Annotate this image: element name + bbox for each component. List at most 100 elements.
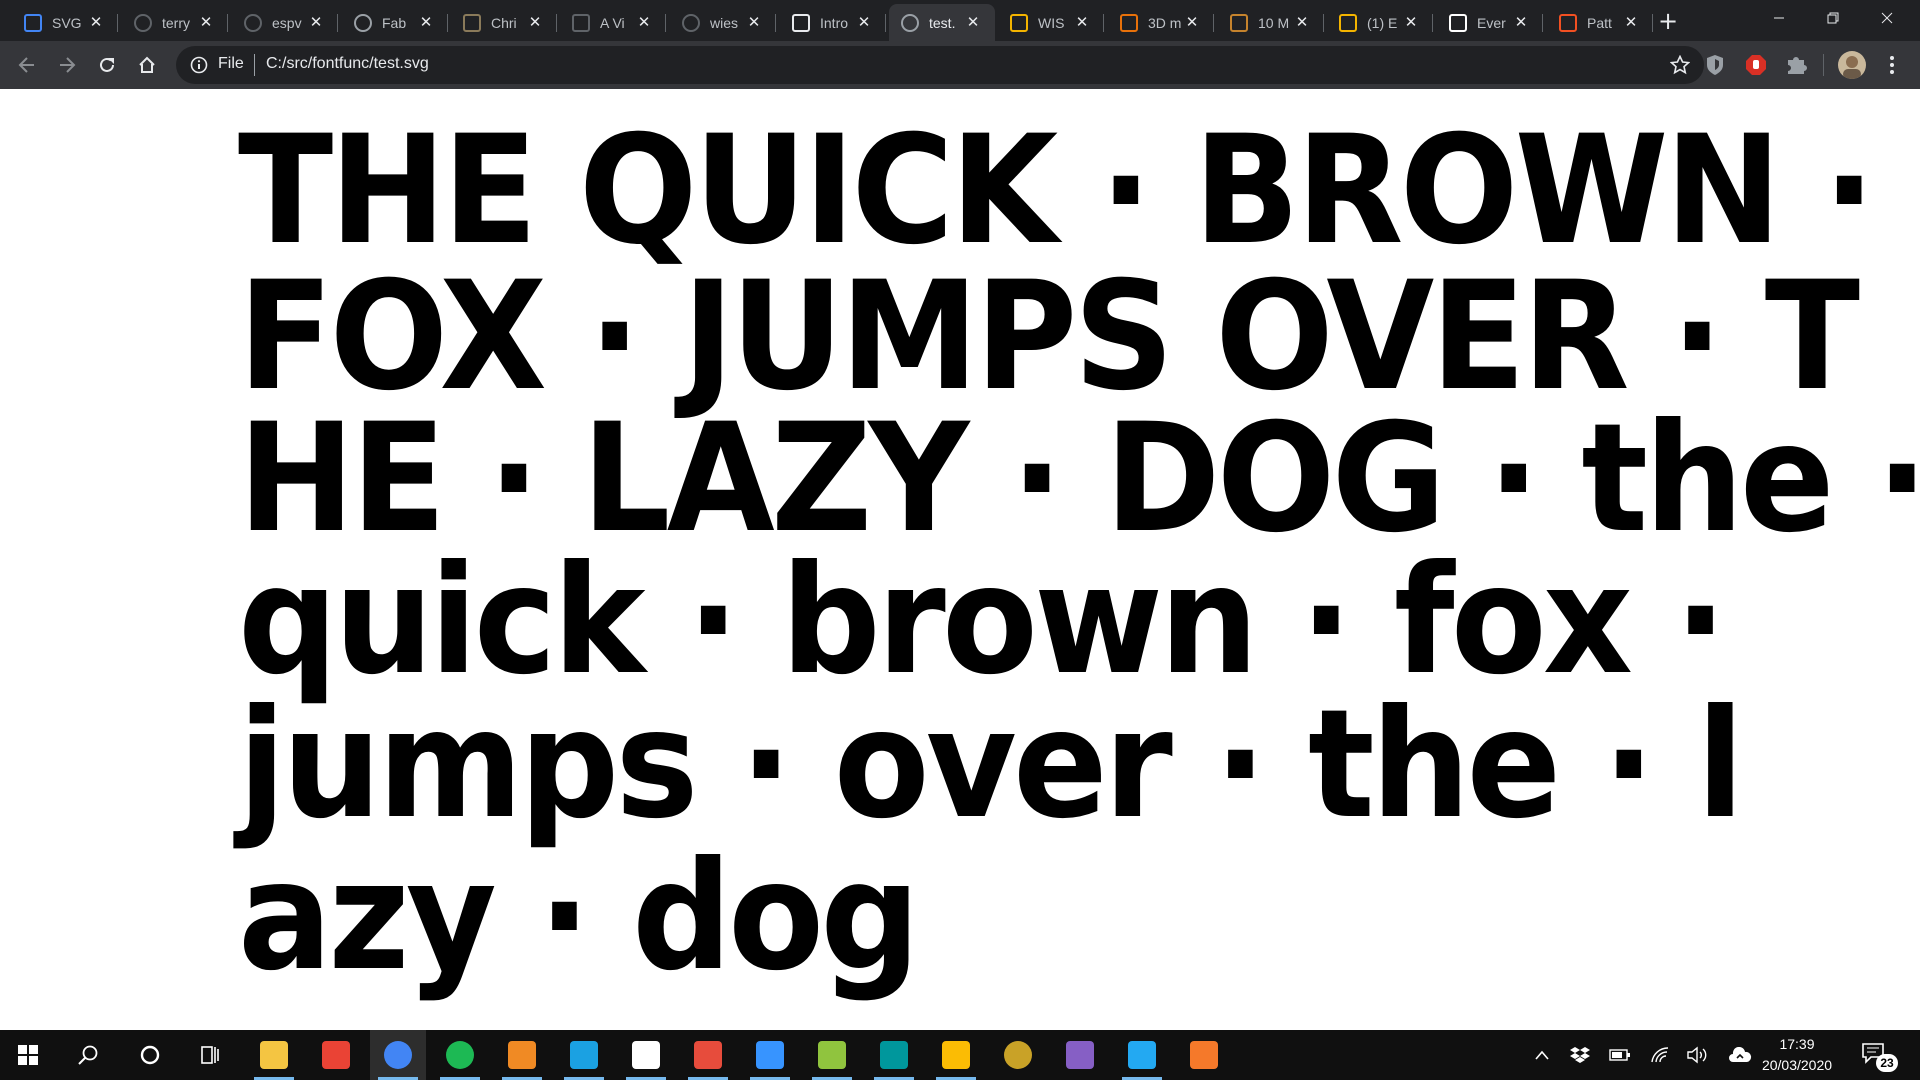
tab-13[interactable]: (1) E ✕ [1327,4,1433,41]
extension-stop[interactable] [1744,53,1768,77]
terminal-icon [756,1041,784,1069]
extension-puzzle[interactable] [1784,53,1808,77]
tab-close-icon[interactable]: ✕ [1621,13,1641,33]
reload-button[interactable] [90,48,124,82]
home-button[interactable] [130,48,164,82]
extension-shield[interactable] [1703,53,1727,77]
tab-5[interactable]: Chri ✕ [451,4,557,41]
address-bar[interactable]: File C:/src/fontfunc/test.svg [176,46,1704,84]
taskbar-app-vscode[interactable] [1114,1030,1170,1080]
back-button[interactable] [10,48,44,82]
url-divider [254,54,255,76]
search-button[interactable] [60,1030,116,1080]
cortana-button[interactable] [122,1030,178,1080]
taskbar-app-keep[interactable] [928,1030,984,1080]
tab-2[interactable]: terry ✕ [122,4,228,41]
taskbar-app-file-explorer[interactable] [246,1030,302,1080]
tab-separator [665,14,666,32]
wifi-tray-icon[interactable] [1648,1044,1672,1066]
forward-button[interactable] [50,48,84,82]
taskbar-app-notepad-plus-plus[interactable] [804,1030,860,1080]
taskbar-app-globe-app[interactable] [990,1030,1046,1080]
tab-8[interactable]: Intro ✕ [780,4,886,41]
tab-15[interactable]: Patt ✕ [1547,4,1653,41]
microsoft-favicon-icon [1559,13,1577,32]
tab-close-icon[interactable]: ✕ [1511,13,1531,33]
tab-title: WIS [1038,14,1065,31]
show-hidden-icons-button[interactable] [1530,1044,1554,1066]
minimize-button[interactable] [1756,0,1802,36]
taskbar-app-arduino[interactable] [866,1030,922,1080]
tab-close-icon[interactable]: ✕ [1292,13,1312,33]
taskbar-app-terminal[interactable] [742,1030,798,1080]
tab-close-icon[interactable]: ✕ [306,13,326,33]
battery-tray-icon[interactable] [1608,1044,1632,1066]
tab-close-icon[interactable]: ✕ [1072,13,1092,33]
browser-menu-button[interactable] [1880,53,1904,77]
tab-9[interactable]: test. ✕ [889,4,995,41]
tab-close-icon[interactable]: ✕ [744,13,764,33]
github-favicon-icon [682,13,700,32]
tab-close-icon[interactable]: ✕ [525,13,545,33]
tab-title: Patt [1587,14,1612,31]
taskbar-app-fontforge[interactable] [494,1030,550,1080]
tab-close-icon[interactable]: ✕ [963,13,983,33]
tab-close-icon[interactable]: ✕ [634,13,654,33]
profile-avatar[interactable] [1838,51,1866,79]
taskbar-app-gmail[interactable] [308,1030,364,1080]
tab-12[interactable]: 10 M ✕ [1218,4,1324,41]
onedrive-tray-icon[interactable] [1728,1044,1752,1066]
cortana-circle-icon [140,1045,160,1065]
stop-hand-icon [1746,55,1766,75]
browser-toolbar: File C:/src/fontfunc/test.svg [0,41,1920,89]
tab-separator [1652,14,1653,32]
task-view-icon [201,1046,219,1064]
tab-11[interactable]: 3D m ✕ [1108,4,1214,41]
blender-icon [1190,1041,1218,1069]
tab-close-icon[interactable]: ✕ [854,13,874,33]
image-favicon-icon [463,13,481,32]
dropbox-tray-icon[interactable] [1568,1044,1592,1066]
text-line-5: jumps · over · the · l [238,690,1854,840]
tab-close-icon[interactable]: ✕ [196,13,216,33]
volume-tray-icon[interactable] [1686,1044,1710,1066]
action-center-button[interactable]: 23 [1862,1042,1898,1072]
restore-button[interactable] [1810,0,1856,36]
restore-icon [1827,12,1839,24]
notepad-plus-plus-icon [818,1041,846,1069]
new-tab-button[interactable]: + [1654,8,1682,36]
notification-count-badge: 23 [1876,1054,1898,1072]
tab-separator [1323,14,1324,32]
tab-3[interactable]: espv ✕ [232,4,338,41]
close-window-button[interactable] [1864,0,1910,36]
taskbar-app-chrome[interactable] [370,1030,426,1080]
task-view-button[interactable] [182,1030,238,1080]
tab-title: SVG [52,14,82,31]
tab-close-icon[interactable]: ✕ [86,13,106,33]
tab-title: Chri [491,14,517,31]
tab-separator [1432,14,1433,32]
tab-close-icon[interactable]: ✕ [416,13,436,33]
tab-title: (1) E [1367,14,1398,31]
info-icon[interactable] [190,56,208,74]
tab-7[interactable]: wies ✕ [670,4,776,41]
tab-6[interactable]: A Vi ✕ [560,4,666,41]
taskbar-app-notepad[interactable] [618,1030,674,1080]
tab-1[interactable]: SVG ✕ [12,4,118,41]
taskbar-clock[interactable]: 17:39 20/03/2020 [1752,1034,1842,1076]
svg-favicon-icon [24,13,42,32]
taskbar-app-xmind[interactable] [680,1030,736,1080]
start-button[interactable] [0,1030,56,1080]
taskbar-app-blender[interactable] [1176,1030,1232,1080]
tab-close-icon[interactable]: ✕ [1401,13,1421,33]
tab-4[interactable]: Fab ✕ [342,4,448,41]
bookmark-star-icon[interactable] [1670,55,1690,75]
taskbar-app-ccleaner[interactable] [556,1030,612,1080]
taskbar-app-spotify[interactable] [432,1030,488,1080]
tab-10[interactable]: WIS ✕ [998,4,1104,41]
tab-close-icon[interactable]: ✕ [1182,13,1202,33]
tab-14[interactable]: Ever ✕ [1437,4,1543,41]
text-line-3: HE · LAZY · DOG · the · [238,404,1920,554]
taskbar-app-visual-studio[interactable] [1052,1030,1108,1080]
url-text[interactable]: C:/src/fontfunc/test.svg [266,55,429,73]
